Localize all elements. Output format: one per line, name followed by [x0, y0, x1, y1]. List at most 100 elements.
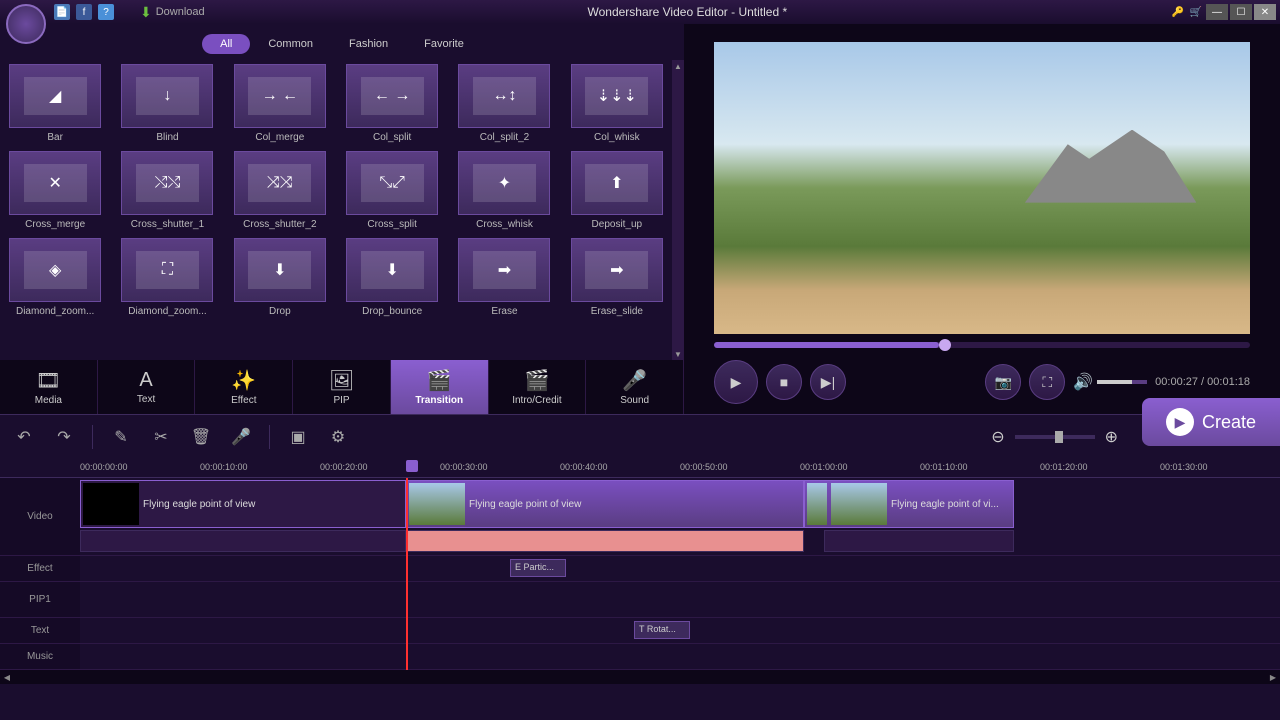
- play-button[interactable]: ▶: [714, 360, 758, 404]
- zoom-control[interactable]: ⊖ ⊕: [991, 427, 1118, 447]
- create-button[interactable]: ▶ Create: [1142, 398, 1280, 446]
- transition-item[interactable]: ⇣⇣⇣ Col_whisk: [568, 64, 666, 143]
- music-track[interactable]: Music: [0, 644, 1280, 670]
- timeline-ruler[interactable]: 00:00:00:0000:00:10:0000:00:20:0000:00:3…: [0, 458, 1280, 478]
- preview-progress[interactable]: [714, 342, 1250, 348]
- module-tab-media[interactable]: 🎞 Media: [0, 360, 98, 414]
- ruler-mark: 00:01:30:00: [1160, 458, 1280, 477]
- zoom-out-icon[interactable]: ⊖: [991, 427, 1004, 447]
- transition-item[interactable]: ◢ Bar: [6, 64, 104, 143]
- zoom-handle[interactable]: [1055, 431, 1063, 443]
- transition-item[interactable]: ➡ Erase: [455, 238, 553, 317]
- filter-tab-fashion[interactable]: Fashion: [331, 34, 406, 54]
- app-logo[interactable]: [6, 4, 46, 44]
- minimize-button[interactable]: —: [1206, 4, 1228, 20]
- audio-waveform[interactable]: [824, 530, 1014, 552]
- cart-icon[interactable]: 🛒: [1188, 4, 1204, 20]
- volume-control[interactable]: 🔊: [1073, 372, 1147, 392]
- transition-label: Bar: [47, 132, 63, 143]
- text-track[interactable]: Text T Rotat...: [0, 618, 1280, 644]
- delete-button[interactable]: 🗑: [189, 425, 213, 449]
- playhead[interactable]: [406, 478, 408, 670]
- audio-waveform[interactable]: [406, 530, 804, 552]
- clip-thumbnail: [807, 483, 827, 525]
- module-tab-sound[interactable]: 🎤 Sound: [586, 360, 684, 414]
- audio-waveform[interactable]: [80, 530, 406, 552]
- download-button[interactable]: ⬇ Download: [140, 4, 205, 21]
- next-frame-button[interactable]: ▶|: [810, 364, 846, 400]
- settings-button[interactable]: ⚙: [326, 425, 350, 449]
- video-clip[interactable]: Flying eagle point of vi...: [804, 480, 1014, 528]
- transition-label: Cross_merge: [25, 219, 85, 230]
- transition-label: Cross_whisk: [476, 219, 533, 230]
- scroll-left-icon[interactable]: ◀: [0, 673, 14, 682]
- effect-clip[interactable]: E Partic...: [510, 559, 566, 577]
- filter-tab-common[interactable]: Common: [250, 34, 331, 54]
- fullscreen-button[interactable]: ⛶: [1029, 364, 1065, 400]
- module-tab-transition[interactable]: 🎬 Transition: [391, 360, 489, 414]
- transition-item[interactable]: ⤡⤢ Cross_split: [343, 151, 441, 230]
- playhead-marker[interactable]: [406, 460, 418, 472]
- transition-browser: All Common Fashion Favorite ◢ Bar ↓ Blin…: [0, 24, 684, 414]
- stop-button[interactable]: ■: [766, 364, 802, 400]
- help-icon[interactable]: ?: [98, 4, 114, 20]
- cut-button[interactable]: ✂: [149, 425, 173, 449]
- facebook-icon[interactable]: f: [76, 4, 92, 20]
- filter-tab-all[interactable]: All: [202, 34, 250, 54]
- documents-icon[interactable]: 📄: [54, 4, 70, 20]
- ruler-mark: 00:00:40:00: [560, 458, 680, 477]
- transition-scrollbar[interactable]: ▲ ▼: [672, 60, 684, 360]
- transition-item[interactable]: ⤨⤨ Cross_shutter_2: [231, 151, 329, 230]
- video-clip[interactable]: Flying eagle point of view: [80, 480, 406, 528]
- filter-tabs: All Common Fashion Favorite: [0, 24, 684, 60]
- transition-thumbnail: ➡: [571, 238, 663, 302]
- scroll-up-icon[interactable]: ▲: [672, 60, 684, 72]
- effect-track[interactable]: Effect E Partic...: [0, 556, 1280, 582]
- transition-label: Erase: [491, 306, 517, 317]
- time-display: 00:00:27 / 00:01:18: [1155, 376, 1250, 388]
- progress-handle[interactable]: [939, 339, 951, 351]
- transition-item[interactable]: ◈ Diamond_zoom...: [6, 238, 104, 317]
- transition-item[interactable]: → ← Col_merge: [231, 64, 329, 143]
- crop-button[interactable]: ▣: [286, 425, 310, 449]
- pip-track[interactable]: PIP1: [0, 582, 1280, 618]
- transition-item[interactable]: ✕ Cross_merge: [6, 151, 104, 230]
- module-tab-text[interactable]: A Text: [98, 360, 196, 414]
- transition-item[interactable]: ⤭⤭ Cross_shutter_1: [118, 151, 216, 230]
- module-tab-intro-credit[interactable]: 🎬 Intro/Credit: [489, 360, 587, 414]
- preview-video[interactable]: [714, 42, 1250, 334]
- module-icon: ✨: [231, 368, 256, 393]
- transition-item[interactable]: ⬆ Deposit_up: [568, 151, 666, 230]
- snapshot-button[interactable]: 📷: [985, 364, 1021, 400]
- scroll-right-icon[interactable]: ▶: [1266, 673, 1280, 682]
- module-tab-effect[interactable]: ✨ Effect: [195, 360, 293, 414]
- voiceover-button[interactable]: 🎤: [229, 425, 253, 449]
- undo-button[interactable]: ↶: [12, 425, 36, 449]
- transition-item[interactable]: ⬇ Drop_bounce: [343, 238, 441, 317]
- key-icon[interactable]: 🔑: [1170, 4, 1186, 20]
- transition-item[interactable]: ↔↕ Col_split_2: [455, 64, 553, 143]
- video-track[interactable]: Video Flying eagle point of view Flying …: [0, 478, 1280, 556]
- transition-item[interactable]: ← → Col_split: [343, 64, 441, 143]
- transition-item[interactable]: ✦ Cross_whisk: [455, 151, 553, 230]
- scroll-down-icon[interactable]: ▼: [672, 348, 684, 360]
- module-icon: 🖼: [329, 368, 354, 393]
- zoom-in-icon[interactable]: ⊕: [1105, 427, 1118, 447]
- transition-item[interactable]: ↓ Blind: [118, 64, 216, 143]
- maximize-button[interactable]: ☐: [1230, 4, 1252, 20]
- close-button[interactable]: ✕: [1254, 4, 1276, 20]
- transition-item[interactable]: ⬇ Drop: [231, 238, 329, 317]
- transition-thumbnail: ⇣⇣⇣: [571, 64, 663, 128]
- module-tab-pip[interactable]: 🖼 PIP: [293, 360, 391, 414]
- module-icon: 🎤: [622, 368, 647, 393]
- filter-tab-favorite[interactable]: Favorite: [406, 34, 482, 54]
- text-clip[interactable]: T Rotat...: [634, 621, 690, 639]
- transition-item[interactable]: ➡ Erase_slide: [568, 238, 666, 317]
- redo-button[interactable]: ↷: [52, 425, 76, 449]
- timeline: 00:00:00:0000:00:10:0000:00:20:0000:00:3…: [0, 458, 1280, 684]
- transition-item[interactable]: ⛶ Diamond_zoom...: [118, 238, 216, 317]
- edit-button[interactable]: ✎: [109, 425, 133, 449]
- module-icon: A: [139, 369, 152, 392]
- timeline-scrollbar[interactable]: ◀ ▶: [0, 670, 1280, 684]
- video-clip[interactable]: Flying eagle point of view: [406, 480, 804, 528]
